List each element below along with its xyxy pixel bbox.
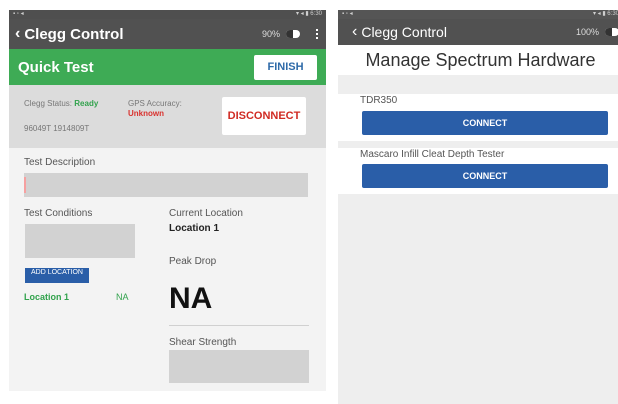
page-title: Quick Test (18, 58, 94, 76)
clegg-status-value: Ready (74, 99, 99, 108)
device-serial: 96049T 1914809T (24, 124, 90, 133)
shear-strength-field (169, 350, 309, 383)
battery-percent: 90% (261, 29, 280, 39)
test-conditions-input[interactable] (25, 224, 135, 258)
gps-accuracy-value: Unknown (128, 109, 164, 118)
device-status-panel: Clegg Status: Ready 96049T 1914809T GPS … (9, 85, 326, 148)
status-bar-right: ▾ ◂ ▮ 6:30 (295, 11, 322, 17)
test-description-label: Test Description (24, 157, 96, 168)
location-row-name[interactable]: Location 1 (24, 292, 69, 302)
device-name: TDR350 (360, 95, 398, 106)
app-bar: ‹ Clegg Control 100% (338, 19, 618, 45)
clegg-status-label: Clegg Status: (24, 99, 73, 108)
shear-strength-label: Shear Strength (169, 337, 237, 348)
peak-drop-label: Peak Drop (169, 256, 217, 267)
back-button[interactable]: ‹ Clegg Control (15, 26, 123, 43)
battery-icon (286, 30, 300, 38)
status-bar-left: ▪ ▫ ◂ (342, 11, 353, 17)
device-card: TDR350 CONNECT (338, 94, 618, 141)
status-bar-right: ▾ ◂ ▮ 6:30 (592, 11, 618, 17)
finish-button[interactable]: FINISH (254, 54, 317, 80)
disconnect-button[interactable]: DISCONNECT (222, 97, 306, 135)
device-card: Mascaro Infill Cleat Depth Tester CONNEC… (338, 148, 618, 194)
clegg-status: Clegg Status: Ready (24, 99, 98, 108)
back-button[interactable]: ‹ Clegg Control (352, 23, 447, 41)
test-conditions-label: Test Conditions (24, 208, 93, 219)
connect-button-tdr350[interactable]: CONNECT (362, 111, 608, 135)
page-title: Manage Spectrum Hardware (338, 45, 618, 75)
battery-icon (605, 28, 618, 36)
location-row-value: NA (116, 292, 129, 302)
current-location-value: Location 1 (169, 223, 220, 234)
current-location-label: Current Location (169, 208, 243, 219)
chevron-left-icon: ‹ (15, 25, 21, 42)
status-bar: ▪ ▫ ◂ ▾ ◂ ▮ 6:30 (338, 10, 618, 19)
chevron-left-icon: ‹ (352, 23, 358, 40)
device-name: Mascaro Infill Cleat Depth Tester (360, 149, 505, 160)
gps-accuracy-label: GPS Accuracy: (128, 99, 182, 108)
more-menu-icon[interactable] (316, 29, 318, 39)
app-title: Clegg Control (361, 24, 447, 40)
quick-test-header: Quick Test FINISH (9, 49, 326, 85)
app-title: Clegg Control (24, 25, 124, 43)
manage-hardware-screen: ▪ ▫ ◂ ▾ ◂ ▮ 6:30 ‹ Clegg Control 100% Ma… (338, 10, 618, 404)
battery-percent: 100% (575, 27, 599, 37)
status-bar-left: ▪ ▫ ◂ (13, 11, 24, 17)
app-bar: ‹ Clegg Control 90% (9, 19, 326, 49)
peak-drop-value: NA (169, 282, 213, 315)
text-cursor (24, 177, 26, 193)
add-location-button[interactable]: ADD LOCATION (25, 268, 89, 283)
test-description-input[interactable] (24, 173, 308, 197)
status-bar: ▪ ▫ ◂ ▾ ◂ ▮ 6:30 (9, 10, 326, 19)
quick-test-screen: ▪ ▫ ◂ ▾ ◂ ▮ 6:30 ‹ Clegg Control 90% Qui… (9, 10, 326, 391)
connect-button-mascaro[interactable]: CONNECT (362, 164, 608, 188)
divider (169, 325, 309, 326)
